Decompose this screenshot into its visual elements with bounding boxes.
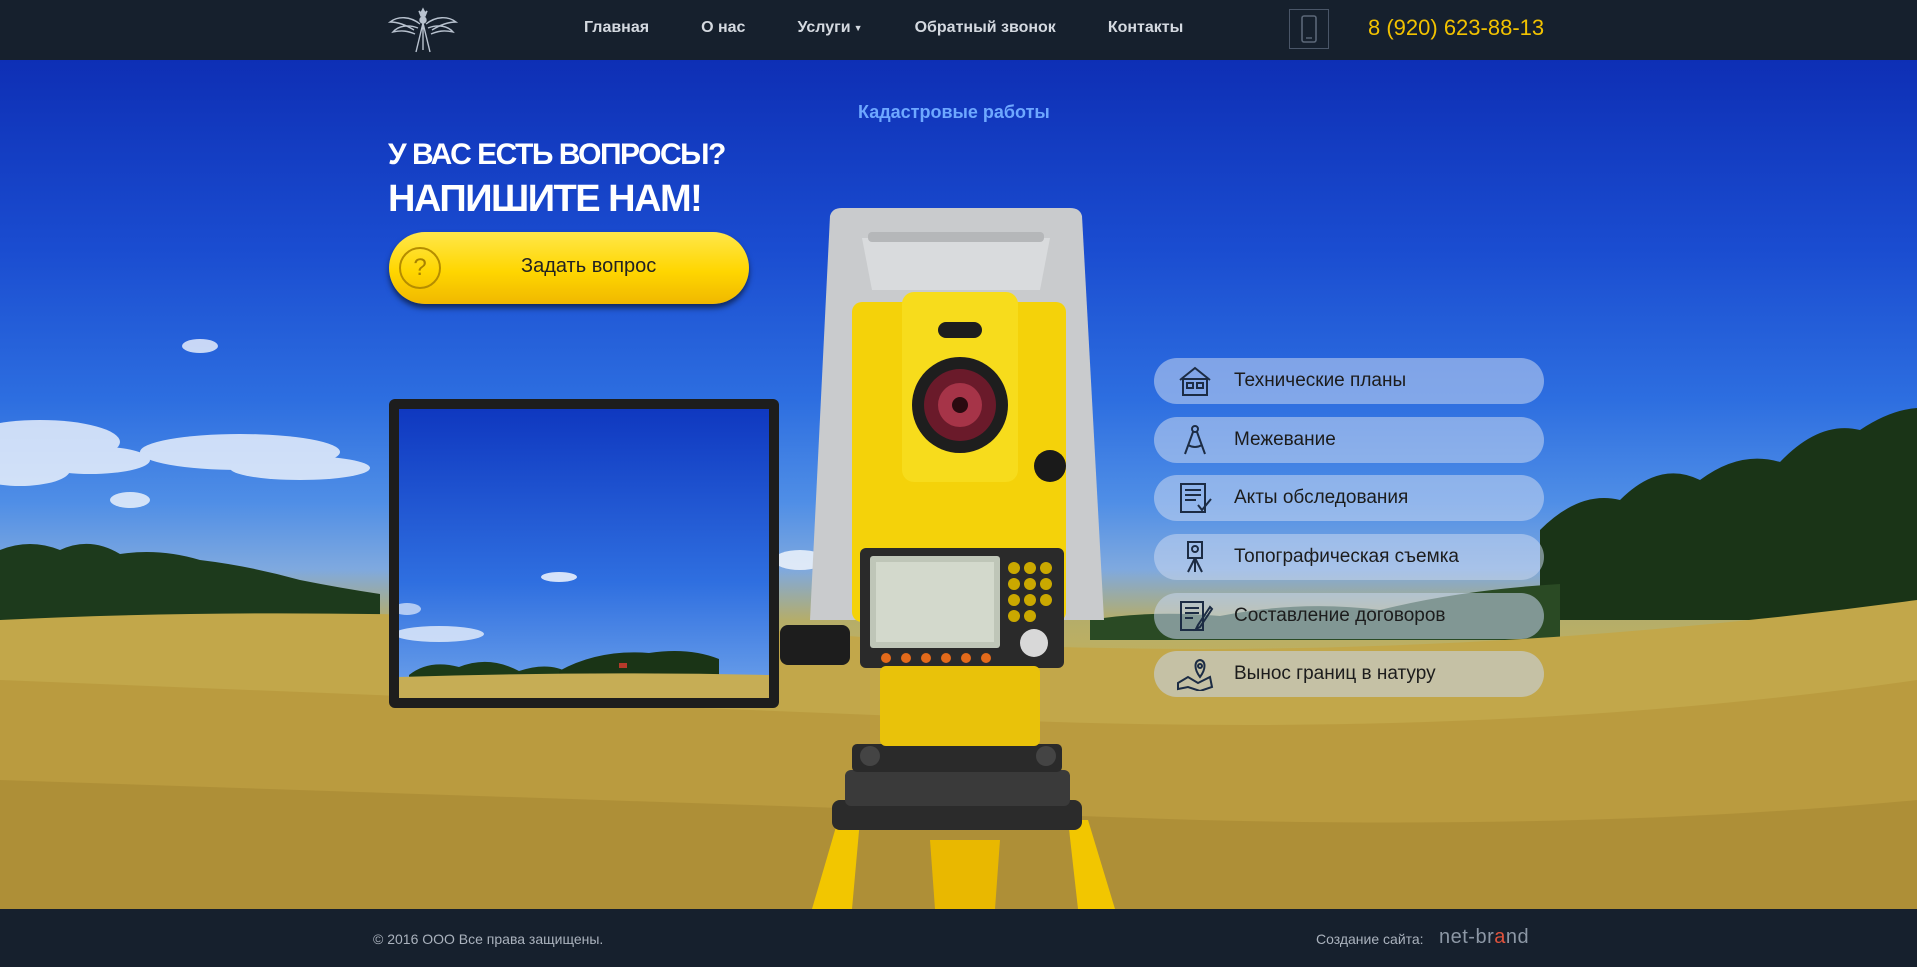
house-plan-icon — [1179, 366, 1211, 396]
service-topography[interactable]: Топографическая съемка — [1154, 534, 1544, 581]
made-by-label: Создание сайта: — [1316, 931, 1424, 947]
nav-services-label: Услуги — [797, 19, 851, 36]
hero-banner: Кадастровые работы У ВАС ЕСТЬ ВОПРОСЫ? Н… — [0, 60, 1917, 909]
smartphone-icon — [1301, 15, 1317, 43]
service-label: Составление договоров — [1234, 604, 1446, 626]
main-nav: Главная О нас Услуги ▼ Обратный звонок Ко… — [584, 0, 1235, 56]
services-list: Технические планы Межевание Акты обследо… — [1154, 358, 1544, 710]
service-label: Вынос границ в натуру — [1234, 663, 1436, 685]
theodolite-icon — [1187, 541, 1203, 573]
net-brand-text-2: nd — [1505, 926, 1530, 948]
question-heading: У ВАС ЕСТЬ ВОПРОСЫ? — [388, 138, 726, 171]
phone-number[interactable]: 8 (920) 623-88-13 — [1368, 15, 1544, 41]
nav-callback[interactable]: Обратный звонок — [915, 19, 1056, 37]
phone-icon-box[interactable] — [1289, 9, 1329, 49]
logo[interactable] — [387, 6, 459, 54]
compass-icon — [1184, 424, 1206, 455]
ask-question-label: Задать вопрос — [521, 255, 657, 277]
contract-pen-icon — [1180, 600, 1214, 631]
service-label: Технические планы — [1234, 370, 1407, 391]
hero-title: Кадастровые работы — [858, 102, 1050, 122]
map-pin-icon — [1177, 659, 1214, 692]
copyright-text: © 2016 ООО Все права защищены. — [373, 931, 604, 947]
footer: © 2016 ООО Все права защищены. Создание … — [0, 909, 1917, 967]
write-us-heading: НАПИШИТЕ НАМ! — [388, 178, 703, 220]
top-navbar: Главная О нас Услуги ▼ Обратный звонок Ко… — [0, 0, 1917, 60]
service-label: Межевание — [1234, 428, 1336, 450]
field-background-image — [0, 208, 1917, 909]
nav-about[interactable]: О нас — [701, 19, 745, 37]
service-label: Топографическая съемка — [1234, 546, 1459, 568]
nav-contacts[interactable]: Контакты — [1108, 19, 1183, 37]
service-boundary-staking[interactable]: Вынос границ в натуру — [1154, 651, 1544, 698]
sky-field-photo-image — [399, 409, 769, 698]
service-technical-plans[interactable]: Технические планы — [1154, 358, 1544, 404]
nav-home[interactable]: Главная — [584, 19, 649, 37]
net-brand-accent: a — [1494, 926, 1506, 948]
ask-question-button[interactable]: ? Задать вопрос — [389, 232, 749, 304]
chevron-down-icon: ▼ — [853, 22, 863, 33]
service-inspection-acts[interactable]: Акты обследования — [1154, 475, 1544, 522]
net-brand-logo-link[interactable]: net-brand — [1439, 926, 1529, 949]
service-label: Акты обследования — [1234, 487, 1409, 509]
nav-services[interactable]: Услуги ▼ — [797, 19, 862, 37]
net-brand-text-1: net-br — [1439, 926, 1495, 948]
photo-slider-frame[interactable] — [389, 399, 779, 708]
question-mark-icon: ? — [399, 247, 441, 289]
winged-crown-logo-icon — [387, 7, 459, 53]
service-land-survey[interactable]: Межевание — [1154, 416, 1544, 463]
service-contracts[interactable]: Составление договоров — [1154, 592, 1544, 639]
document-check-icon — [1180, 483, 1212, 514]
landscape-photo — [399, 409, 769, 698]
